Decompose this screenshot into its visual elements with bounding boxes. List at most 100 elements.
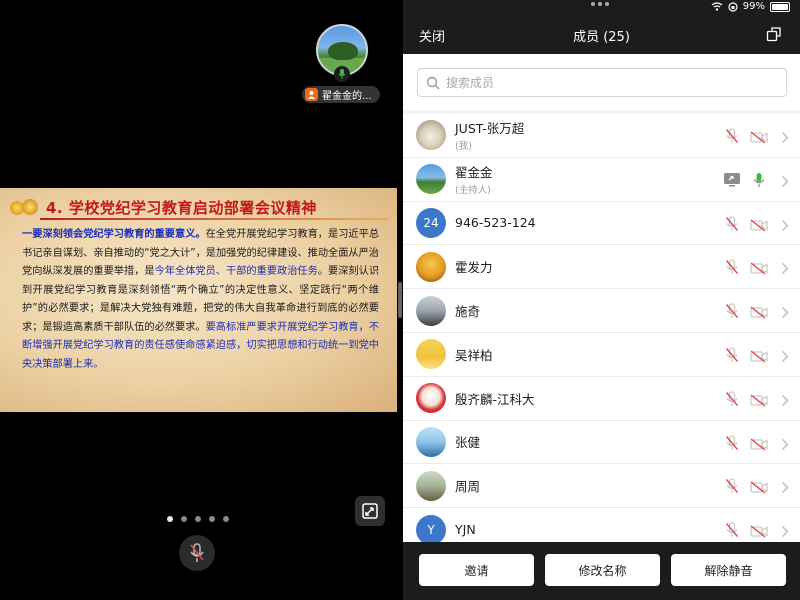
panel-footer: 邀请 修改名称 解除静音 [403, 542, 800, 600]
active-speaker-name: 翟金金的... [322, 91, 372, 102]
member-row[interactable]: JUST-张万超 (我) [403, 114, 800, 158]
mic-muted-icon[interactable] [725, 478, 739, 494]
camera-off-icon[interactable] [750, 436, 768, 451]
search-input[interactable] [446, 75, 766, 90]
member-row[interactable]: 翟金金 (主持人) [403, 158, 800, 202]
search-bar [403, 54, 800, 110]
search-box[interactable] [417, 68, 787, 97]
chevron-right-icon[interactable] [781, 173, 789, 187]
mic-muted-icon[interactable] [725, 128, 739, 144]
mic-muted-icon[interactable] [725, 434, 739, 451]
mic-muted-icon[interactable] [725, 259, 739, 275]
member-avatar [416, 470, 446, 501]
member-row[interactable]: 周周 [403, 464, 800, 509]
member-avatar: 24 [416, 207, 446, 238]
slide-body-text: 一要深刻领会党纪学习教育的重要意义。在全党开展党纪学习教育，是习近平总书记亲自谋… [22, 226, 379, 374]
member-list[interactable]: JUST-张万超 (我) 翟金金 (主持人) 24 946-523-124 霍发力施奇吴祥柏… [403, 114, 800, 542]
page-dot[interactable] [167, 516, 173, 522]
member-avatar [416, 339, 446, 370]
search-icon [426, 76, 440, 89]
multitask-dots-icon[interactable] [591, 2, 609, 6]
member-name: 霍发力 [455, 260, 493, 276]
member-row[interactable]: Y YJN [403, 508, 800, 542]
member-name: 施奇 [455, 304, 481, 320]
members-panel: 99% 关闭 成员 (25) JUST-张万超 (我) 翟金金 (主持人) 24 946-… [403, 0, 800, 600]
member-avatar [416, 426, 446, 457]
member-avatar [416, 295, 446, 326]
member-row[interactable]: 霍发力 [403, 245, 800, 290]
member-name: 周周 [455, 479, 481, 495]
chevron-right-icon[interactable] [781, 129, 789, 144]
battery-icon [770, 1, 790, 12]
page-dot[interactable] [195, 516, 201, 522]
member-row[interactable]: 施奇 [403, 289, 800, 333]
wifi-icon [711, 2, 723, 11]
meeting-video-area[interactable]: 翟金金的... 4. 学校党纪学习教育启动部署会议精神 一要深刻领会党纪学习教育… [0, 0, 397, 600]
page-dot[interactable] [223, 516, 229, 522]
unmute-button[interactable]: 解除静音 [671, 554, 786, 586]
active-speaker-label: 翟金金的... [302, 86, 380, 103]
mic-muted-icon[interactable] [725, 303, 739, 319]
page-dot[interactable] [209, 516, 215, 522]
mic-muted-icon[interactable] [725, 215, 739, 232]
speaker-mic-icon [334, 66, 350, 82]
slide-title-underline [40, 218, 389, 220]
slide-text-segment: 今年全体党员、干部的重要政治任务 [154, 266, 318, 277]
camera-off-icon[interactable] [750, 523, 768, 538]
member-name: 翟金金 [455, 165, 493, 181]
battery-percent: 99% [742, 1, 765, 12]
page-indicator[interactable] [167, 516, 229, 522]
system-status-bar: 99% [403, 0, 800, 16]
gold-coins-decoration [8, 197, 42, 217]
mute-toggle-button[interactable] [179, 535, 215, 571]
chevron-right-icon[interactable] [781, 523, 789, 538]
slide-title: 4. 学校党纪学习教育启动部署会议精神 [46, 198, 317, 217]
member-row[interactable]: 24 946-523-124 [403, 202, 800, 246]
member-avatar: Y [416, 514, 446, 542]
member-row[interactable]: 吴祥柏 [403, 333, 800, 377]
chevron-right-icon[interactable] [781, 260, 789, 275]
member-avatar [416, 383, 446, 414]
member-avatar [416, 251, 446, 282]
mic-muted-icon[interactable] [725, 391, 739, 407]
camera-off-icon[interactable] [750, 304, 768, 319]
chevron-right-icon[interactable] [781, 217, 789, 231]
member-avatar [416, 164, 446, 195]
member-avatar [416, 120, 446, 151]
member-name: JUST-张万超 [455, 121, 525, 137]
member-name: 946-523-124 [455, 215, 536, 231]
page-dot[interactable] [181, 516, 187, 522]
slide-text-segment: 一要深刻领会党纪学习教育的重要意义。 [22, 229, 206, 240]
switch-view-button[interactable] [355, 496, 385, 526]
mic-on-icon[interactable] [752, 172, 766, 188]
chevron-right-icon[interactable] [781, 392, 789, 406]
camera-off-icon[interactable] [750, 129, 768, 144]
camera-off-icon[interactable] [750, 217, 768, 232]
member-row[interactable]: 张健 [403, 421, 800, 465]
camera-off-icon[interactable] [750, 260, 768, 275]
member-name: YJN [455, 522, 476, 538]
chevron-right-icon[interactable] [781, 436, 789, 450]
mic-muted-icon[interactable] [725, 347, 739, 363]
mic-muted-icon[interactable] [725, 522, 739, 538]
camera-off-icon[interactable] [750, 392, 768, 407]
panel-title: 成员 (25) [573, 30, 630, 45]
split-view-handle[interactable] [398, 282, 402, 318]
edit-expand-icon [362, 503, 378, 519]
rename-button[interactable]: 修改名称 [545, 554, 660, 586]
chevron-right-icon[interactable] [781, 479, 789, 494]
screen-share-icon [723, 172, 741, 187]
shared-slide: 4. 学校党纪学习教育启动部署会议精神 一要深刻领会党纪学习教育的重要意义。在全… [0, 188, 397, 412]
chevron-right-icon[interactable] [781, 348, 789, 363]
camera-off-icon[interactable] [750, 479, 768, 494]
chevron-right-icon[interactable] [781, 304, 789, 319]
camera-off-icon[interactable] [750, 348, 768, 363]
member-row[interactable]: 殷齐麟-江科大 [403, 377, 800, 421]
member-name: 殷齐麟-江科大 [455, 391, 535, 407]
popout-window-icon[interactable] [766, 26, 782, 42]
member-role: (主持人) [455, 185, 491, 197]
member-role: (我) [455, 141, 472, 153]
mic-muted-icon [190, 543, 204, 562]
member-name: 吴祥柏 [455, 347, 493, 363]
invite-button[interactable]: 邀请 [419, 554, 534, 586]
